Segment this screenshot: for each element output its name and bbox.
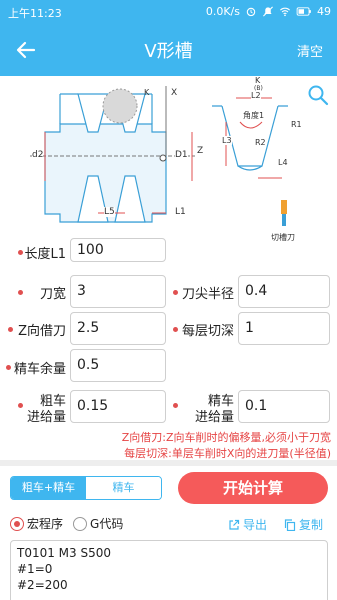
diagram-label-d2: d2: [32, 150, 44, 160]
cut-depth-input[interactable]: 1: [238, 312, 330, 345]
copy-label: 复制: [299, 518, 324, 532]
detail-label-r1: R1: [291, 120, 302, 129]
diagram-label-l1: L1: [175, 207, 186, 217]
macro-radio[interactable]: [10, 516, 24, 531]
rough-feed-label-2: 进给量: [26, 410, 66, 425]
tip-radius-input[interactable]: 0.4: [238, 275, 330, 308]
tool-label: 切槽刀: [271, 233, 295, 242]
cut-depth-label: 每层切深: [181, 324, 234, 339]
mute-icon: [263, 6, 273, 17]
diagram-label-l5: L5: [104, 207, 115, 217]
clear-button[interactable]: 清空: [297, 41, 323, 60]
z-offset-label: Z向借刀: [18, 324, 66, 339]
code-line: T0101 M3 S500: [17, 546, 112, 560]
code-line: #1=0: [17, 562, 53, 576]
diagram-label-x: X: [171, 88, 178, 98]
gcode-radio-label: G代码: [90, 517, 124, 531]
detail-label-l4: L4: [278, 158, 288, 167]
battery-icon: [296, 7, 311, 16]
blade-width-label: 刀宽: [39, 287, 66, 302]
start-calculation-button[interactable]: 开始计算: [178, 472, 328, 504]
mode-toggle: 粗车+精车 精车: [10, 476, 162, 500]
finish-feed-label-2: 进给量: [194, 410, 234, 425]
wifi-icon: [280, 7, 290, 17]
search-icon[interactable]: [307, 84, 329, 106]
copy-button[interactable]: 复制: [284, 516, 323, 533]
detail-label-angle: 角度1: [243, 111, 265, 120]
alarm-icon: [246, 7, 256, 17]
detail-label-r2: R2: [255, 138, 266, 147]
length-l1-label: 长度L1: [24, 247, 66, 262]
z-offset-input[interactable]: 2.5: [70, 312, 166, 345]
note-line-2: 每层切深:单层车削时X向的进刀量(半径值): [124, 447, 331, 460]
app-bar: V形槽 清空: [0, 24, 337, 76]
output-type-radios: 宏程序 G代码: [10, 515, 123, 532]
length-l1-input[interactable]: 100: [70, 238, 166, 262]
code-output[interactable]: T0101 M3 S500 #1=0 #2=200: [10, 540, 328, 600]
status-bar: 上午11:23 0.0K/s 49: [0, 0, 337, 24]
export-button[interactable]: 导出: [228, 516, 267, 533]
status-time: 上午11:23: [8, 7, 62, 20]
mode-rough-finish[interactable]: 粗车+精车: [11, 477, 86, 499]
diagram-label-d1: D1: [175, 150, 188, 160]
tip-radius-label: 刀尖半径: [181, 287, 234, 302]
gcode-radio[interactable]: [73, 516, 88, 531]
battery-level: 49: [317, 5, 331, 18]
note-line-1: Z向借刀:Z向车削时的偏移量,必须小于刀宽: [121, 431, 331, 444]
page-title: V形槽: [144, 41, 193, 62]
finish-allowance-label: 精车余量: [13, 362, 66, 377]
blade-width-input[interactable]: 3: [70, 275, 166, 308]
macro-radio-label: 宏程序: [27, 517, 64, 531]
finish-feed-input[interactable]: 0.1: [238, 390, 330, 423]
groove-diagram: K X Z d2 D1 L5 L1 K (B) L2 角度1 R1 R2 L3 …: [0, 76, 337, 246]
network-speed: 0.0K/s: [205, 5, 240, 18]
copy-icon: [284, 518, 296, 531]
finish-allowance-input[interactable]: 0.5: [70, 349, 166, 382]
diagram-label-z: Z: [197, 146, 204, 156]
status-icons: 0.0K/s 49: [206, 5, 331, 18]
export-label: 导出: [243, 518, 268, 532]
detail-label-k: K: [255, 76, 261, 85]
mode-finish-only[interactable]: 精车: [86, 477, 161, 499]
code-line: #2=200: [17, 578, 68, 592]
diagram-label-k: K: [144, 88, 150, 97]
detail-label-l2: L2: [251, 91, 261, 100]
export-icon: [229, 519, 240, 530]
rough-feed-input[interactable]: 0.15: [70, 390, 166, 423]
section-divider: [0, 460, 337, 466]
detail-label-l3: L3: [222, 136, 232, 145]
